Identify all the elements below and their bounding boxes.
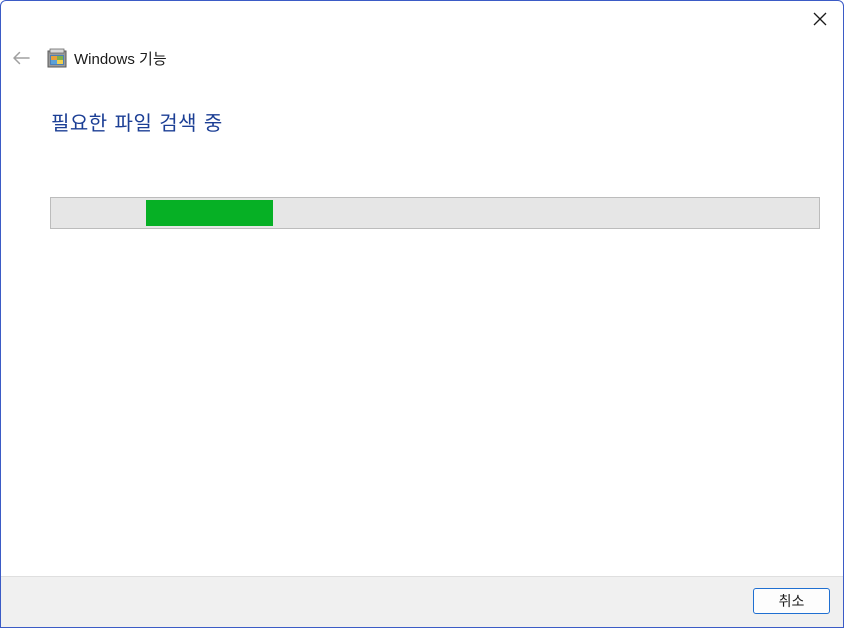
cancel-button[interactable]: 취소	[753, 588, 830, 614]
back-arrow-icon	[13, 51, 30, 65]
close-icon	[813, 12, 827, 26]
dialog-window: Windows 기능 필요한 파일 검색 중 취소	[0, 0, 844, 628]
back-button[interactable]	[7, 45, 35, 71]
page-heading: 필요한 파일 검색 중	[51, 111, 223, 135]
title-bar: Windows 기능	[47, 47, 167, 69]
app-title: Windows 기능	[74, 50, 167, 68]
close-button[interactable]	[797, 1, 843, 37]
footer-bar: 취소	[1, 576, 843, 627]
windows-features-icon	[47, 48, 67, 68]
progress-bar	[50, 197, 820, 229]
progress-indicator	[146, 200, 273, 226]
